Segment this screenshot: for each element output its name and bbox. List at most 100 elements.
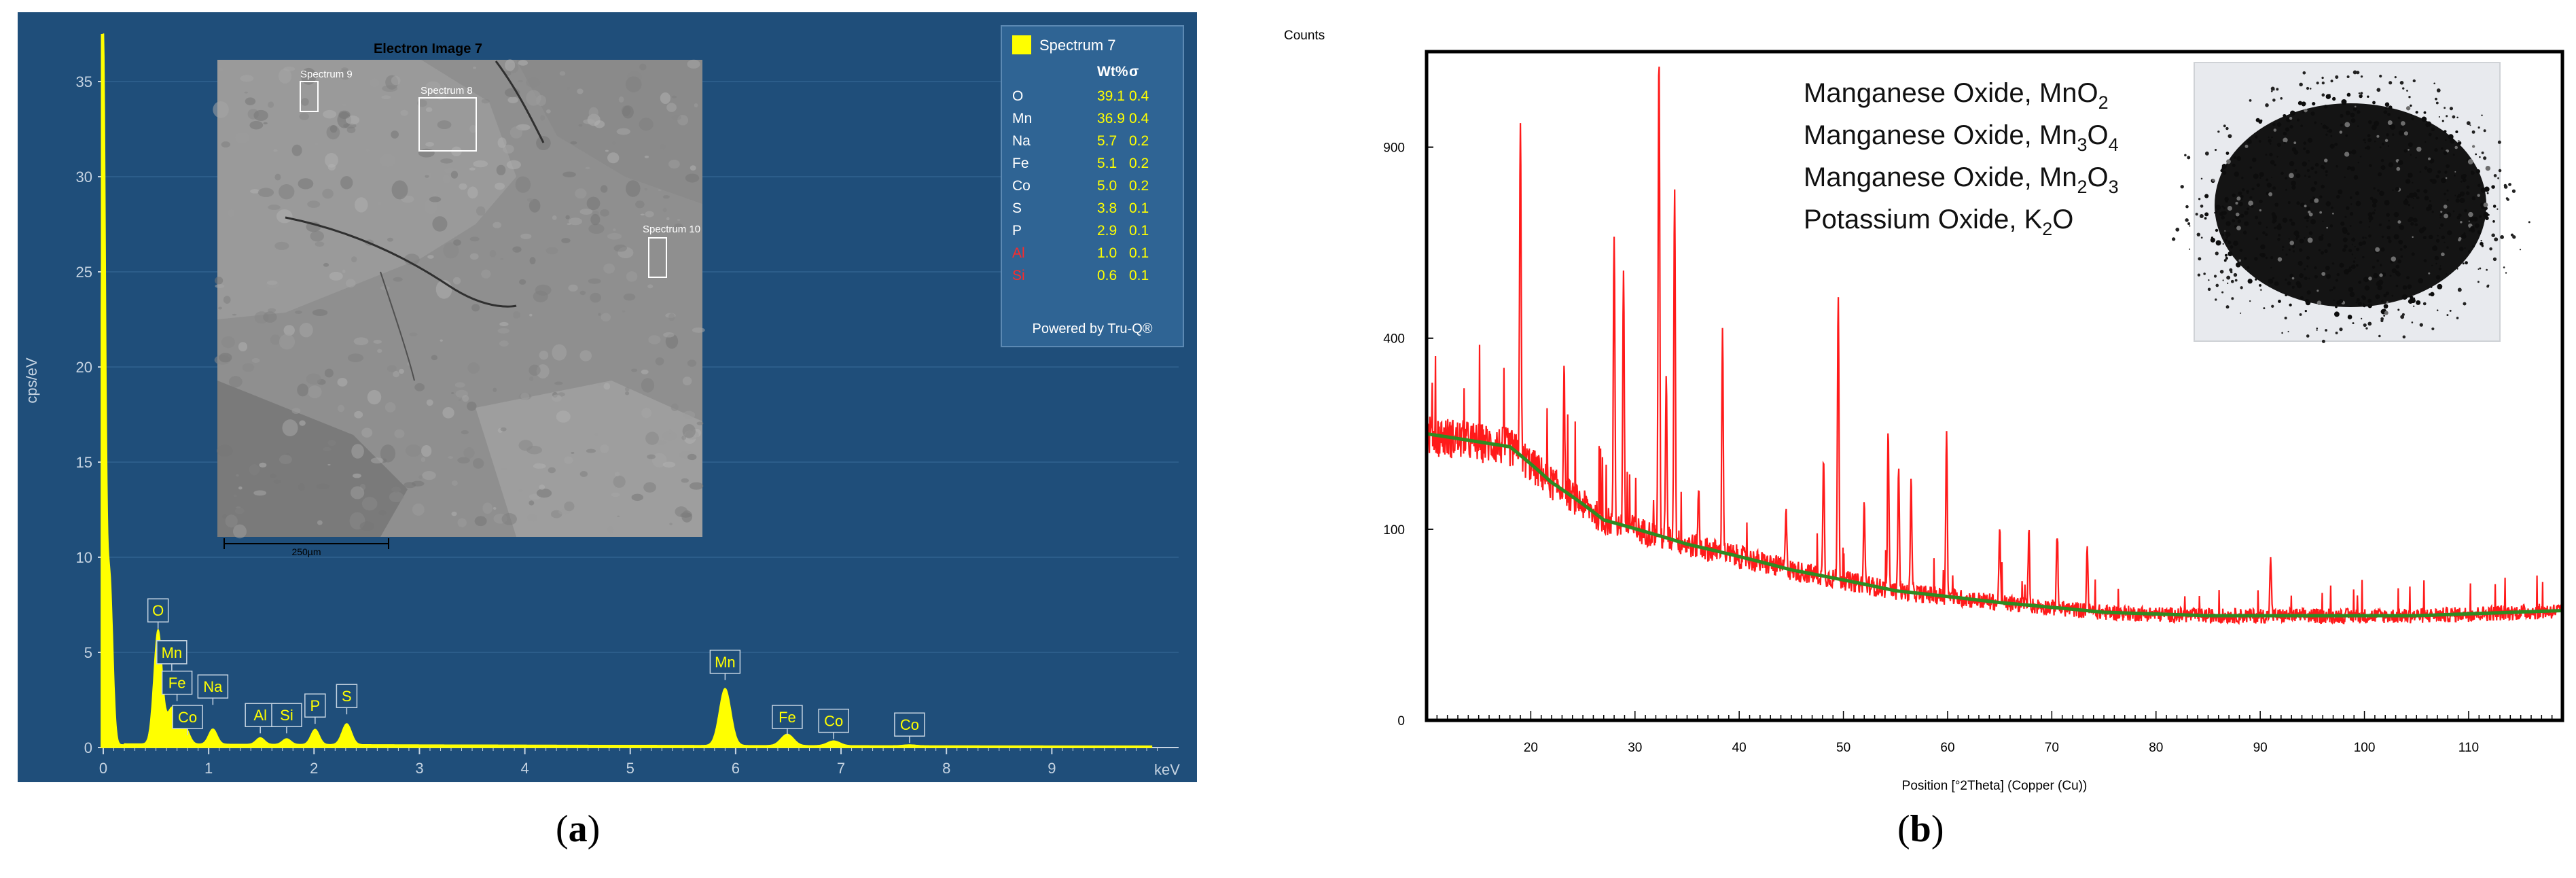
sem-grain — [381, 95, 391, 99]
quant-wt: 36.9 — [1097, 111, 1125, 126]
sem-grain — [273, 149, 278, 152]
powder-speck — [2508, 183, 2511, 186]
powder-grain — [2316, 300, 2322, 305]
powder-speck — [2528, 221, 2530, 224]
sem-grain — [682, 376, 692, 386]
powder-speck — [2271, 304, 2274, 308]
sem-grain — [228, 376, 243, 388]
powder-grain — [2395, 284, 2399, 287]
powder-grain — [2276, 122, 2282, 127]
powder-grain — [2437, 283, 2443, 289]
powder-grain — [2236, 226, 2241, 231]
powder-grain — [2441, 252, 2445, 257]
powder-grain — [2371, 124, 2377, 130]
powder-grain — [2367, 95, 2369, 98]
sem-grain — [663, 332, 675, 338]
powder-grain — [2351, 237, 2356, 242]
powder-grain — [2294, 169, 2297, 172]
powder-grain — [2480, 188, 2486, 193]
powder-grain — [2440, 211, 2443, 213]
powder-grain — [2329, 289, 2331, 292]
powder-speck — [2477, 268, 2480, 270]
sem-grain — [598, 313, 601, 316]
powder-speck — [2379, 74, 2382, 78]
powder-grain — [2238, 201, 2243, 207]
powder-speck — [2180, 185, 2184, 189]
sem-grain — [611, 141, 617, 145]
powder-grain — [2324, 162, 2327, 164]
sem-grain — [268, 205, 281, 211]
sem-grain — [687, 453, 697, 461]
powder-speck — [2389, 81, 2393, 85]
sem-grain — [626, 180, 641, 197]
powder-grain — [2463, 232, 2466, 234]
powder-speck — [2207, 287, 2211, 292]
powder-grain — [2429, 200, 2431, 203]
sem-grain — [520, 392, 530, 400]
powder-grain — [2324, 158, 2328, 162]
powder-speck — [2491, 233, 2495, 237]
peak-label-text: Co — [900, 716, 919, 733]
sem-grain — [315, 241, 325, 247]
powder-grain — [2378, 279, 2384, 285]
powder-grain — [2368, 226, 2370, 228]
sem-grain — [575, 188, 587, 199]
panel-b-caption: (b) — [1897, 808, 1944, 850]
powder-grain — [2375, 247, 2380, 252]
powder-grain — [2401, 294, 2408, 300]
y-tick-label: 400 — [1383, 332, 1405, 347]
sem-grain — [263, 311, 277, 323]
sem-grain — [495, 182, 505, 190]
sem-grain — [461, 429, 469, 435]
powder-grain — [2242, 230, 2247, 234]
sem-grain — [389, 491, 404, 503]
powder-grain — [2321, 123, 2323, 125]
sem-grain — [613, 244, 627, 252]
sem-grain — [529, 500, 535, 506]
powder-grain — [2265, 154, 2268, 156]
powder-speck — [2358, 92, 2361, 94]
powder-grain — [2471, 145, 2475, 148]
sem-grain — [500, 258, 503, 260]
sem-grain — [234, 508, 245, 514]
x-tick-label: 40 — [1732, 741, 1747, 755]
powder-speck — [2227, 282, 2229, 285]
sem-grain — [387, 365, 397, 372]
powder-grain — [2336, 273, 2340, 277]
powder-grain — [2454, 145, 2458, 150]
quant-element: Co — [1012, 178, 1031, 194]
powder-grain — [2412, 181, 2414, 183]
panel-b-letter: b — [1910, 808, 1931, 850]
powder-speck — [2284, 317, 2287, 320]
powder-grain — [2272, 122, 2276, 126]
sem-grain — [467, 186, 478, 199]
y-tick-label: 25 — [76, 264, 92, 281]
sem-grain — [409, 332, 418, 337]
powder-grain — [2340, 123, 2344, 127]
powder-grain — [2410, 114, 2412, 116]
powder-grain — [2251, 205, 2254, 208]
powder-grain — [2412, 217, 2418, 223]
sem-grain — [251, 357, 260, 364]
powder-grain — [2435, 175, 2439, 179]
y-tick-label: 100 — [1383, 523, 1405, 538]
quant-sigma: 0.4 — [1129, 88, 1149, 104]
sem-grain — [670, 403, 679, 412]
powder-grain — [2378, 172, 2382, 177]
powder-grain — [2214, 211, 2216, 214]
powder-grain — [2392, 189, 2394, 192]
powder-grain — [2456, 196, 2459, 198]
powder-grain — [2342, 237, 2348, 243]
sem-grain — [685, 173, 700, 183]
powder-speck — [2330, 80, 2333, 83]
phase-name: Manganese Oxide, Mn — [1804, 120, 2077, 150]
powder-grain — [2236, 156, 2242, 161]
powder-grain — [2435, 262, 2437, 265]
powder-grain — [2331, 96, 2336, 101]
sem-grain — [228, 209, 235, 217]
sem-grain — [347, 353, 364, 363]
powder-grain — [2304, 309, 2307, 313]
powder-grain — [2432, 245, 2438, 251]
powder-grain — [2289, 124, 2293, 129]
sigma-header: σ — [1129, 64, 1139, 80]
